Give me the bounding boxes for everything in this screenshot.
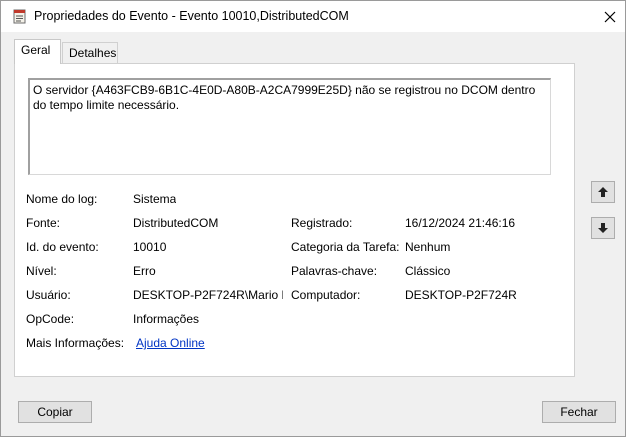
user-value: DESKTOP-P2F724R\Mario Ma (133, 288, 283, 302)
event-id-value: 10010 (133, 240, 167, 254)
event-id-label: Id. do evento: (26, 240, 99, 254)
previous-event-button[interactable] (591, 181, 615, 203)
window-title: Propriedades do Evento - Evento 10010,Di… (34, 9, 349, 23)
general-panel: O servidor {A463FCB9-6B1C-4E0D-A80B-A2CA… (14, 63, 575, 377)
online-help-link[interactable]: Ajuda Online (136, 336, 205, 350)
tab-details[interactable]: Detalhes (62, 42, 118, 63)
log-name-value: Sistema (133, 192, 177, 206)
tab-general[interactable]: Geral (14, 39, 61, 64)
logged-label: Registrado: (291, 216, 353, 230)
level-label: Nível: (26, 264, 57, 278)
log-name-label: Nome do log: (26, 192, 98, 206)
close-icon (604, 11, 616, 22)
task-category-value: Nenhum (405, 240, 451, 254)
title-bar: Propriedades do Evento - Evento 10010,Di… (1, 1, 625, 32)
computer-label: Computador: (291, 288, 361, 302)
event-viewer-icon (13, 9, 26, 24)
close-window-button[interactable] (595, 1, 625, 32)
event-properties-window: g Propriedades do Evento - Evento 10010,… (0, 0, 626, 437)
computer-value: DESKTOP-P2F724R (405, 288, 517, 302)
level-value: Erro (133, 264, 156, 278)
arrow-down-icon (598, 223, 608, 233)
opcode-label: OpCode: (26, 312, 75, 326)
user-label: Usuário: (26, 288, 71, 302)
opcode-value: Informações (133, 312, 200, 326)
task-category-label: Categoria da Tarefa: (291, 240, 400, 254)
copy-button[interactable]: Copiar (18, 401, 92, 423)
logged-value: 16/12/2024 21:46:16 (405, 216, 516, 230)
source-value: DistributedCOM (133, 216, 219, 230)
keywords-label: Palavras-chave: (291, 264, 378, 278)
keywords-value: Clássico (405, 264, 451, 278)
event-description[interactable]: O servidor {A463FCB9-6B1C-4E0D-A80B-A2CA… (28, 78, 551, 175)
close-button[interactable]: Fechar (542, 401, 616, 423)
arrow-up-icon (598, 187, 608, 197)
source-label: Fonte: (26, 216, 61, 230)
more-info-label: Mais Informações: (26, 336, 125, 350)
next-event-button[interactable] (591, 217, 615, 239)
